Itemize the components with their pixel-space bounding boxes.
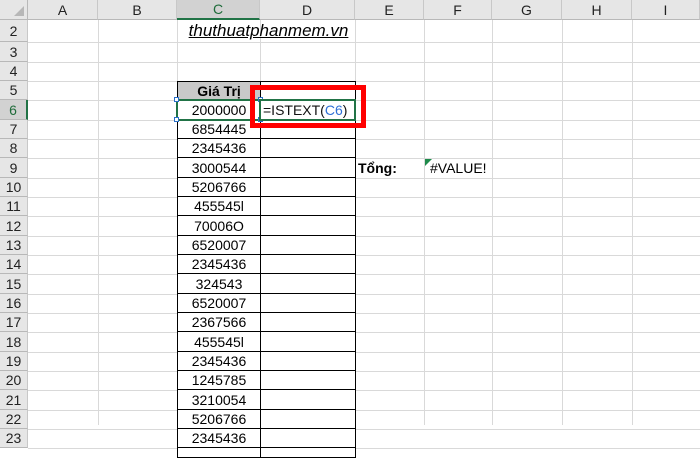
gridline-horizontal — [28, 294, 700, 295]
gridline-horizontal — [28, 352, 700, 353]
highlight-box — [250, 85, 366, 128]
gridline-horizontal — [28, 390, 700, 391]
result-cell[interactable] — [260, 410, 356, 429]
column-header-h[interactable]: H — [562, 0, 632, 20]
value-cell[interactable]: 324543 — [177, 274, 261, 294]
result-cell[interactable] — [260, 236, 356, 255]
row-header-22[interactable]: 22 — [0, 410, 28, 429]
row-header-2[interactable]: 2 — [0, 20, 28, 42]
result-cell[interactable] — [260, 352, 356, 371]
row-header-6[interactable]: 6 — [0, 100, 28, 120]
value-cell[interactable]: 3210054 — [177, 390, 261, 410]
row-header-17[interactable]: 17 — [0, 313, 28, 332]
row-header-23[interactable]: 23 — [0, 429, 28, 448]
result-cell[interactable] — [260, 139, 356, 158]
gridline-horizontal — [28, 313, 700, 314]
value-cell[interactable]: 2345436 — [177, 352, 261, 371]
value-cell[interactable]: 1245785 — [177, 371, 261, 390]
column-header-e[interactable]: E — [355, 0, 424, 20]
gridline-horizontal — [28, 236, 700, 237]
select-all-triangle-icon — [14, 6, 24, 16]
column-header-g[interactable]: G — [492, 0, 562, 20]
value-cell[interactable]: 3000544 — [177, 158, 261, 178]
value-cell[interactable]: 6520007 — [177, 294, 261, 313]
column-header-b[interactable]: B — [98, 0, 177, 20]
value-cell[interactable]: 70006O — [177, 216, 261, 236]
row-header-7[interactable]: 7 — [0, 120, 28, 139]
result-cell[interactable] — [260, 178, 356, 197]
value-cell[interactable]: 6854445 — [177, 120, 261, 139]
row-header-8[interactable]: 8 — [0, 139, 28, 158]
range-handle[interactable] — [174, 117, 179, 122]
row-header-14[interactable]: 14 — [0, 255, 28, 274]
value-cell[interactable]: 5206766 — [177, 410, 261, 429]
row-header-19[interactable]: 19 — [0, 352, 28, 371]
gridline-horizontal — [28, 62, 700, 63]
result-cell[interactable] — [260, 216, 356, 236]
row-header-15[interactable]: 15 — [0, 274, 28, 294]
column-header-i[interactable]: I — [632, 0, 700, 20]
gridline-horizontal — [28, 216, 700, 217]
result-cell[interactable] — [260, 332, 356, 352]
value-cell[interactable]: 2367566 — [177, 313, 261, 332]
row-header-11[interactable]: 11 — [0, 197, 28, 216]
row-header-5[interactable]: 5 — [0, 81, 28, 100]
result-cell[interactable] — [260, 197, 356, 216]
gridline-horizontal — [28, 448, 700, 449]
row-header-12[interactable]: 12 — [0, 216, 28, 236]
gridline-horizontal — [28, 197, 700, 198]
range-handle[interactable] — [174, 97, 179, 102]
row-header-21[interactable]: 21 — [0, 390, 28, 410]
column-header-d[interactable]: D — [260, 0, 355, 20]
row-header-18[interactable]: 18 — [0, 332, 28, 352]
column-header-c[interactable]: C — [177, 0, 260, 20]
value-cell[interactable]: 5206766 — [177, 178, 261, 197]
row-header-16[interactable]: 16 — [0, 294, 28, 313]
gridline-horizontal — [28, 178, 700, 179]
select-all-button[interactable] — [0, 0, 28, 20]
gridline-horizontal — [28, 371, 700, 372]
result-cell[interactable] — [260, 274, 356, 294]
gridline-horizontal — [28, 139, 700, 140]
result-cell[interactable] — [260, 255, 356, 274]
gridline-horizontal — [28, 429, 700, 430]
gridline-horizontal — [28, 274, 700, 275]
gridline-horizontal — [28, 81, 700, 82]
total-label[interactable]: Tổng: — [355, 158, 424, 178]
value-cell[interactable]: 6520007 — [177, 236, 261, 255]
gridline-horizontal — [28, 255, 700, 256]
row-header-9[interactable]: 9 — [0, 158, 28, 178]
gridline-horizontal — [28, 42, 700, 43]
value-cell[interactable]: 455545l — [177, 197, 261, 216]
spreadsheet-grid[interactable]: ABCDEFGHI 2 3 4 5 6 7 8 9 10 11 12 13 14 15 16 17 18 19 20… — [0, 0, 700, 458]
gridline-horizontal — [28, 332, 700, 333]
result-cell[interactable] — [260, 313, 356, 332]
row-header-20[interactable]: 20 — [0, 371, 28, 390]
value-header-cell[interactable]: Giá Trị — [177, 81, 261, 100]
result-cell[interactable] — [260, 158, 356, 178]
row-header-4[interactable]: 4 — [0, 62, 28, 81]
value-cell[interactable]: 2345436 — [177, 429, 261, 448]
value-cell[interactable]: 2345436 — [177, 255, 261, 274]
value-cell[interactable]: 2345436 — [177, 139, 261, 158]
row-header-3[interactable]: 3 — [0, 42, 28, 62]
total-value-cell[interactable]: #VALUE! — [427, 158, 507, 178]
column-header-a[interactable]: A — [28, 0, 98, 20]
row-header-13[interactable]: 13 — [0, 236, 28, 255]
column-header-f[interactable]: F — [424, 0, 492, 20]
result-cell[interactable] — [260, 390, 356, 410]
value-cell[interactable]: 455545l — [177, 332, 261, 352]
result-cell[interactable] — [260, 371, 356, 390]
row-header-10[interactable]: 10 — [0, 178, 28, 197]
sheet-title[interactable]: thuthuatphanmem.vn — [177, 20, 360, 42]
result-cell[interactable] — [260, 294, 356, 313]
result-cell[interactable] — [260, 429, 356, 448]
gridline-horizontal — [28, 410, 700, 411]
